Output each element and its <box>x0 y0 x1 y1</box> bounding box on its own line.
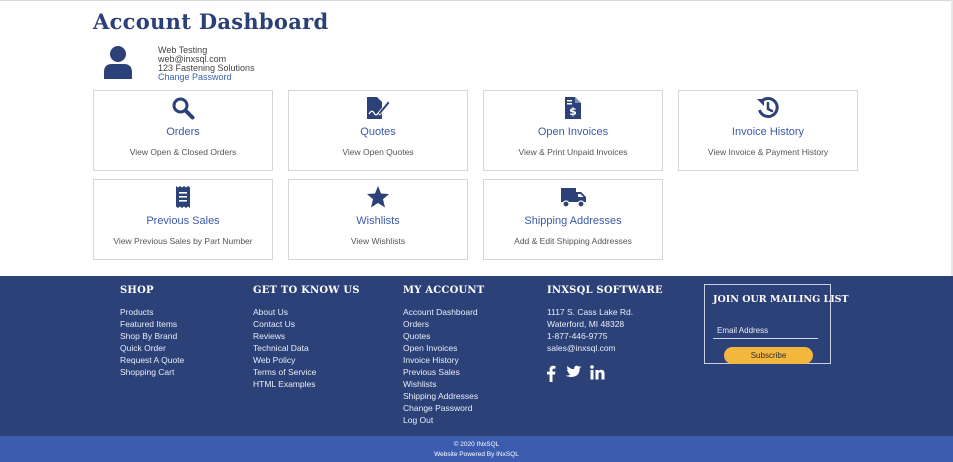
footer-link[interactable]: Featured Items <box>120 318 184 330</box>
footer-know-us: GET TO KNOW US About Us Contact Us Revie… <box>253 285 360 390</box>
footer-link[interactable]: Invoice History <box>403 354 484 366</box>
search-icon <box>94 96 272 120</box>
footer-my-account: MY ACCOUNT Account Dashboard Orders Quot… <box>403 285 484 426</box>
tile-description: Add & Edit Shipping Addresses <box>514 236 632 246</box>
page-title: Account Dashboard <box>93 9 329 34</box>
tile-description: View Wishlists <box>350 236 406 246</box>
user-icon <box>104 46 132 79</box>
footer-link[interactable]: Shopping Cart <box>120 366 184 378</box>
footer-link[interactable]: Log Out <box>403 414 484 426</box>
footer-link[interactable]: HTML Examples <box>253 378 360 390</box>
site-footer: SHOP Products Featured Items Shop By Bra… <box>0 276 953 436</box>
footer-heading: MY ACCOUNT <box>403 285 485 296</box>
tile-open-invoices[interactable]: $ Open Invoices View & Print Unpaid Invo… <box>483 90 663 171</box>
tile-title: Wishlists <box>356 215 400 227</box>
footer-link[interactable]: Account Dashboard <box>403 306 484 318</box>
copyright-text: © 2020 INxSQL <box>453 441 500 448</box>
footer-heading: INXSQL SOFTWARE <box>547 285 663 296</box>
footer-link[interactable]: Reviews <box>253 330 360 342</box>
copyright-bar: © 2020 INxSQL Website Powered By INxSQL <box>0 436 953 462</box>
company-email[interactable]: sales@inxsql.com <box>547 342 663 354</box>
footer-shop: SHOP Products Featured Items Shop By Bra… <box>120 285 184 378</box>
tile-description: View & Print Unpaid Invoices <box>518 147 628 157</box>
tile-quotes[interactable]: Quotes View Open Quotes <box>288 90 468 171</box>
footer-company: INXSQL SOFTWARE 1117 S. Cass Lake Rd. Wa… <box>547 285 663 354</box>
footer-link[interactable]: Shipping Addresses <box>403 390 484 402</box>
tile-previous-sales[interactable]: Previous Sales View Previous Sales by Pa… <box>93 179 273 260</box>
social-links <box>546 365 605 387</box>
tile-shipping-addresses[interactable]: Shipping Addresses Add & Edit Shipping A… <box>483 179 663 260</box>
company-address: 1117 S. Cass Lake Rd. <box>547 307 634 317</box>
tile-description: View Open Quotes <box>342 147 414 157</box>
receipt-icon <box>94 185 272 209</box>
tile-description: View Invoice & Payment History <box>707 147 829 157</box>
twitter-icon[interactable] <box>564 365 582 387</box>
tile-title: Open Invoices <box>537 126 609 138</box>
tile-wishlists[interactable]: Wishlists View Wishlists <box>288 179 468 260</box>
tile-title: Previous Sales <box>146 215 220 227</box>
footer-link[interactable]: Contact Us <box>253 318 360 330</box>
tile-title: Invoice History <box>731 126 805 138</box>
footer-link[interactable]: Terms of Service <box>253 366 360 378</box>
footer-link[interactable]: Quick Order <box>120 342 184 354</box>
footer-link[interactable]: Open Invoices <box>403 342 484 354</box>
powered-by-link[interactable]: Website Powered By INxSQL <box>0 450 953 460</box>
svg-text:$: $ <box>569 105 577 118</box>
footer-link[interactable]: Products <box>120 306 184 318</box>
footer-link[interactable]: Orders <box>403 318 484 330</box>
star-icon <box>289 185 467 209</box>
mailing-heading: JOIN OUR MAILING LIST <box>713 294 849 305</box>
facebook-icon[interactable] <box>546 365 556 387</box>
change-password-link[interactable]: Change Password <box>158 72 232 82</box>
tile-orders[interactable]: Orders View Open & Closed Orders <box>93 90 273 171</box>
footer-link[interactable]: Technical Data <box>253 342 360 354</box>
linkedin-icon[interactable] <box>590 365 605 387</box>
tile-description: View Previous Sales by Part Number <box>113 236 253 246</box>
file-signature-icon <box>289 96 467 120</box>
email-field[interactable] <box>713 322 818 339</box>
truck-icon <box>484 185 662 209</box>
company-phone[interactable]: 1-877-446-9775 <box>547 330 663 342</box>
history-icon <box>679 96 857 120</box>
tile-description: View Open & Closed Orders <box>129 147 237 157</box>
file-invoice-dollar-icon: $ <box>484 96 662 120</box>
footer-link[interactable]: About Us <box>253 306 360 318</box>
mailing-list-form: JOIN OUR MAILING LIST Subscribe <box>704 284 849 364</box>
footer-link[interactable]: Web Policy <box>253 354 360 366</box>
tile-title: Quotes <box>360 126 396 138</box>
top-border <box>0 0 953 1</box>
footer-heading: SHOP <box>120 285 154 296</box>
footer-link[interactable]: Quotes <box>403 330 484 342</box>
tile-title: Shipping Addresses <box>524 215 622 227</box>
footer-heading: GET TO KNOW US <box>253 285 360 296</box>
subscribe-button[interactable]: Subscribe <box>724 347 813 364</box>
footer-link[interactable]: Change Password <box>403 402 484 414</box>
company-city: Waterford, MI 48328 <box>547 319 625 329</box>
footer-link[interactable]: Request A Quote <box>120 354 184 366</box>
tile-title: Orders <box>166 126 200 138</box>
tile-invoice-history[interactable]: Invoice History View Invoice & Payment H… <box>678 90 858 171</box>
footer-link[interactable]: Wishlists <box>403 378 484 390</box>
footer-link[interactable]: Previous Sales <box>403 366 484 378</box>
footer-link[interactable]: Shop By Brand <box>120 330 184 342</box>
